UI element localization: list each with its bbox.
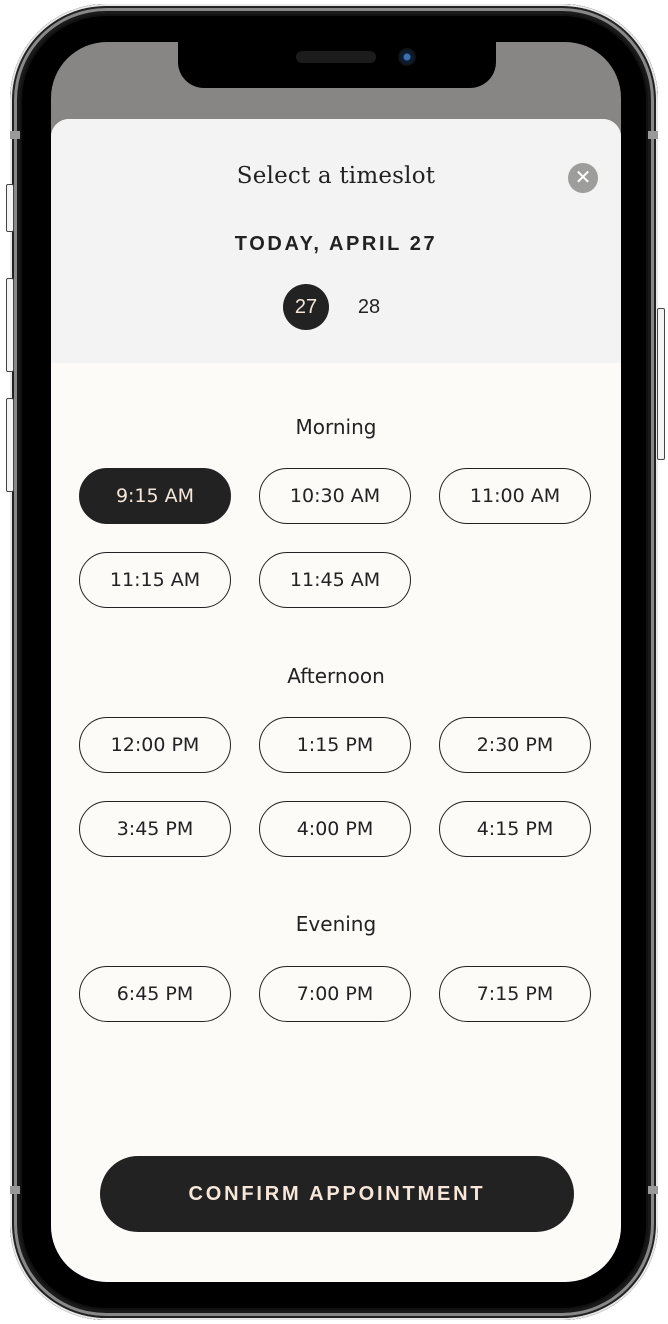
day-chip-28[interactable]: 28	[346, 284, 392, 330]
timeslot-button[interactable]: 2:30 PM	[439, 717, 591, 773]
timeslot-button[interactable]: 1:15 PM	[259, 717, 411, 773]
timeslot-button[interactable]: 4:15 PM	[439, 801, 591, 857]
volume-down-button	[6, 398, 14, 492]
antenna-band	[648, 131, 658, 139]
timeslot-button[interactable]: 11:00 AM	[439, 468, 591, 524]
mute-switch	[6, 184, 14, 232]
screen: Select a timeslot ✕ TODAY, APRIL 27 27 2…	[51, 42, 621, 1282]
section-title-evening: Evening	[295, 912, 377, 936]
power-button	[657, 308, 665, 460]
antenna-band	[648, 1186, 658, 1194]
sheet-title: Select a timeslot	[236, 163, 436, 189]
sheet-header: Select a timeslot ✕ TODAY, APRIL 27 27 2…	[51, 119, 621, 363]
section-title-afternoon: Afternoon	[287, 664, 385, 688]
timeslot-button[interactable]: 9:15 AM	[79, 468, 231, 524]
timeslot-button[interactable]: 11:45 AM	[259, 552, 411, 608]
notch	[178, 42, 496, 88]
timeslot-button[interactable]: 3:45 PM	[79, 801, 231, 857]
timeslot-button[interactable]: 11:15 AM	[79, 552, 231, 608]
timeslot-button[interactable]: 7:00 PM	[259, 966, 411, 1022]
section-title-morning: Morning	[295, 415, 377, 439]
timeslot-button[interactable]: 10:30 AM	[259, 468, 411, 524]
antenna-band	[10, 1186, 20, 1194]
antenna-band	[10, 131, 20, 139]
confirm-appointment-button[interactable]: CONFIRM APPOINTMENT	[100, 1156, 574, 1232]
close-button[interactable]: ✕	[568, 163, 598, 193]
timeslot-button[interactable]: 12:00 PM	[79, 717, 231, 773]
speaker-grille	[296, 51, 376, 63]
day-chip-27[interactable]: 27	[283, 284, 329, 330]
front-camera	[398, 48, 416, 66]
date-label: TODAY, APRIL 27	[234, 233, 438, 255]
timeslot-sheet: Select a timeslot ✕ TODAY, APRIL 27 27 2…	[51, 119, 621, 1282]
volume-up-button	[6, 278, 14, 372]
timeslot-button[interactable]: 7:15 PM	[439, 966, 591, 1022]
timeslot-button[interactable]: 6:45 PM	[79, 966, 231, 1022]
close-icon: ✕	[574, 167, 592, 189]
timeslot-button[interactable]: 4:00 PM	[259, 801, 411, 857]
